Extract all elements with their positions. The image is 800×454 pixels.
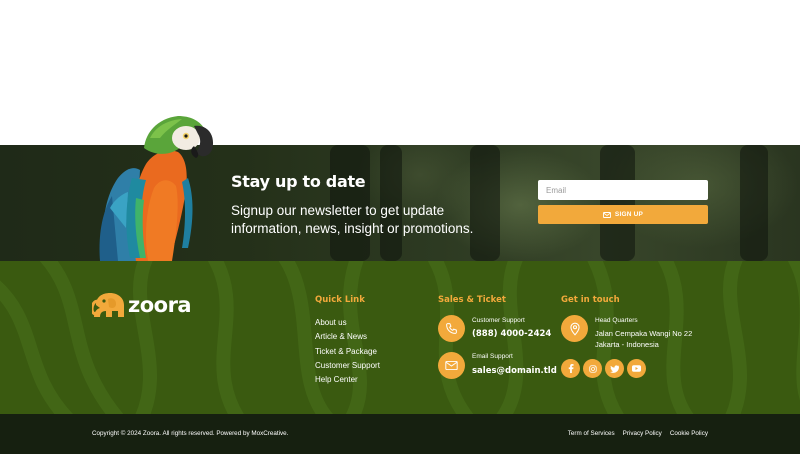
phone-icon-circle <box>438 315 465 342</box>
youtube-icon <box>632 365 641 372</box>
instagram-icon <box>588 364 597 373</box>
quick-link-articles[interactable]: Article & News <box>315 330 380 344</box>
quick-link-help[interactable]: Help Center <box>315 373 380 387</box>
newsletter-title: Stay up to date <box>231 172 366 191</box>
support-phone[interactable]: (888) 4000-2424 <box>472 329 551 339</box>
location-pin-icon <box>569 322 580 336</box>
signup-button[interactable]: SIGN UP <box>538 205 708 224</box>
parrot-image <box>99 116 214 261</box>
quick-link-title: Quick Link <box>315 295 365 305</box>
hq-address-line2: Jakarta - Indonesia <box>595 340 659 349</box>
location-icon-circle <box>561 315 588 342</box>
twitter-link[interactable] <box>605 359 624 378</box>
social-links <box>561 359 646 378</box>
brand-name: zoora <box>128 293 192 317</box>
phone-icon <box>446 323 457 334</box>
get-in-touch-title: Get in touch <box>561 295 620 305</box>
facebook-icon <box>568 364 574 373</box>
quick-link-ticket[interactable]: Ticket & Package <box>315 345 380 359</box>
envelope-icon <box>445 360 458 371</box>
cookie-link[interactable]: Cookie Policy <box>670 430 708 437</box>
twitter-icon <box>610 364 619 373</box>
terms-link[interactable]: Term of Services <box>568 430 615 437</box>
facebook-link[interactable] <box>561 359 580 378</box>
email-input[interactable] <box>538 180 708 200</box>
signup-label: SIGN UP <box>614 211 644 218</box>
email-icon-circle <box>438 352 465 379</box>
privacy-link[interactable]: Privacy Policy <box>623 430 662 437</box>
forest-trunk <box>600 145 635 261</box>
youtube-link[interactable] <box>627 359 646 378</box>
footer-logo[interactable]: zoora <box>92 291 192 319</box>
forest-trunk <box>740 145 768 261</box>
elephant-icon <box>92 293 124 317</box>
sales-ticket-title: Sales & Ticket <box>438 295 506 305</box>
hq-label: Head Quarters <box>595 317 638 324</box>
mail-icon <box>602 211 611 218</box>
quick-link-about[interactable]: About us <box>315 316 380 330</box>
newsletter-description: Signup our newsletter to get update info… <box>231 203 474 236</box>
footer-main: zoora Quick Link About us Article & News… <box>0 261 800 414</box>
email-support-label: Email Support <box>472 353 513 360</box>
legal-links: Term of Services Privacy Policy Cookie P… <box>568 430 708 437</box>
instagram-link[interactable] <box>583 359 602 378</box>
footer-bottom-bar: Copyright © 2024 Zoora. All rights reser… <box>0 414 800 454</box>
email-support-value[interactable]: sales@domain.tld <box>472 366 557 376</box>
quick-link-list: About us Article & News Ticket & Package… <box>315 316 380 387</box>
copyright-text: Copyright © 2024 Zoora. All rights reser… <box>92 430 289 437</box>
quick-link-support[interactable]: Customer Support <box>315 359 380 373</box>
hq-address-line1: Jalan Cempaka Wangi No 22 <box>595 329 693 338</box>
support-label: Customer Support <box>472 317 525 324</box>
